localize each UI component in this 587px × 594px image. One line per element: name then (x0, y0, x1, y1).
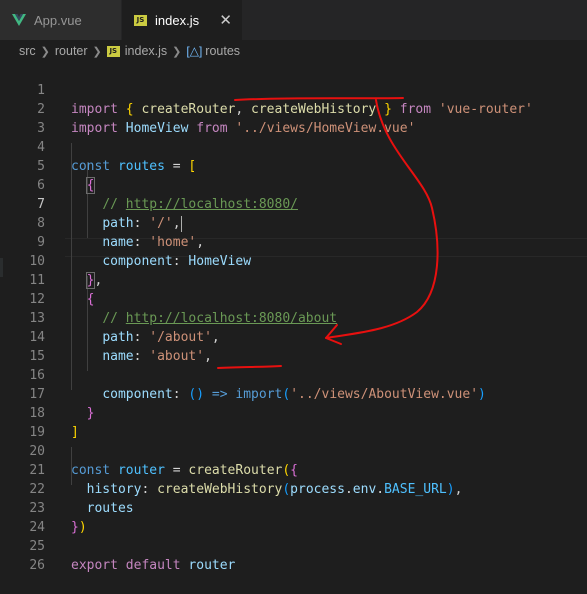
breadcrumb-item-src[interactable]: src (19, 44, 36, 58)
js-file-icon: JS (134, 14, 147, 26)
chevron-right-icon: ❯ (92, 45, 102, 58)
code-line: 20 const router = createRouter({ (29, 444, 298, 478)
breadcrumb: src ❯ router ❯ JS index.js ❯ [△] routes (0, 40, 587, 62)
breadcrumb-item-router[interactable]: router (55, 44, 88, 58)
breadcrumb-item-file[interactable]: index.js (125, 44, 167, 58)
chevron-right-icon: ❯ (172, 45, 182, 58)
code-editor[interactable]: 1 import { createRouter, createWebHistor… (0, 62, 587, 573)
code-line: 25 export default router (29, 539, 236, 573)
code-line: 14 name: 'about', (29, 330, 212, 364)
close-icon[interactable]: ✕ (219, 11, 232, 29)
code-line: 17 } (29, 387, 95, 421)
js-file-icon: JS (106, 45, 120, 57)
code-line: 7 path: '/', (37, 197, 182, 232)
tab-bar: App.vue JS index.js ✕ (0, 0, 587, 40)
tab-label: App.vue (34, 12, 82, 28)
code-line: 11 { (29, 273, 95, 307)
code-line: 26 (29, 558, 45, 573)
code-line: 9 component: HomeView (37, 235, 252, 269)
code-line: 22 routes (29, 482, 134, 516)
tab-label: index.js (155, 12, 200, 28)
code-line: 8 name: 'home', (37, 216, 205, 250)
code-line: 15 (29, 349, 45, 364)
breadcrumb-item-symbol[interactable]: routes (205, 44, 240, 58)
tab-index-js[interactable]: JS index.js ✕ (122, 0, 242, 40)
code-line: 3 (37, 121, 45, 136)
chevron-right-icon: ❯ (40, 45, 50, 58)
code-line: 1 import { createRouter, createWebHistor… (37, 83, 533, 117)
tab-app-vue[interactable]: App.vue (0, 0, 122, 40)
code-line: 16 component: () => import('../views/Abo… (29, 368, 486, 402)
code-line: 24 (29, 520, 45, 535)
code-line: 18 ] (29, 406, 79, 440)
code-line: 23 }) (29, 501, 87, 535)
code-line: 4 const routes = [ (37, 140, 197, 174)
vue-file-icon (12, 14, 26, 26)
symbol-icon: [△] (186, 44, 203, 58)
code-line: 6 // http://localhost:8080/ (37, 178, 298, 212)
code-line: 10 }, (29, 254, 103, 289)
code-line: 21 history: createWebHistory(process.env… (29, 463, 463, 497)
code-line: 12 // http://localhost:8080/about (29, 292, 338, 326)
code-line: 5 { (37, 159, 96, 194)
code-line: 19 (29, 425, 45, 440)
code-line: 2 import HomeView from '../views/HomeVie… (37, 102, 416, 136)
code-line: 13 path: '/about', (29, 311, 220, 345)
